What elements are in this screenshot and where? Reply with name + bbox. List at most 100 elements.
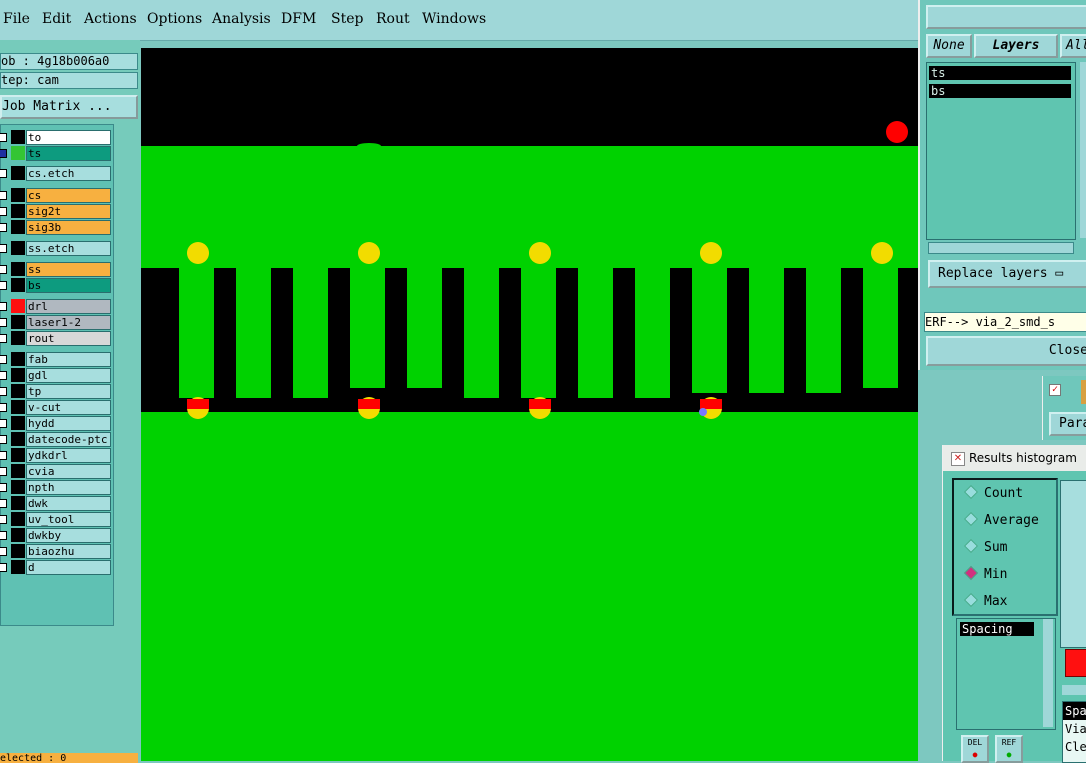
layer-name[interactable]: dwkby — [26, 528, 111, 543]
layer-color-swatch[interactable] — [11, 400, 25, 414]
layer-color-swatch[interactable] — [11, 130, 25, 144]
layer-row-tp[interactable]: tp — [0, 384, 113, 399]
layer-checkbox[interactable] — [0, 435, 7, 444]
layer-row-d[interactable]: d — [0, 560, 113, 575]
layer-row-ts[interactable]: ts — [0, 146, 113, 161]
layer-color-swatch[interactable] — [11, 384, 25, 398]
replace-layers-menu[interactable]: Replace layers ▭ — [928, 260, 1086, 288]
layer-checkbox[interactable] — [0, 371, 7, 380]
layer-name[interactable]: cvia — [26, 464, 111, 479]
layer-color-swatch[interactable] — [11, 352, 25, 366]
layer-row-npth[interactable]: npth — [0, 480, 113, 495]
layer-row-cvia[interactable]: cvia — [0, 464, 113, 479]
list-scrollbar[interactable] — [1043, 619, 1053, 727]
layer-color-swatch[interactable] — [11, 544, 25, 558]
layer-name[interactable]: drl — [26, 299, 111, 314]
layer-color-swatch[interactable] — [11, 432, 25, 446]
layer-checkbox[interactable] — [0, 244, 7, 253]
layer-row-drl[interactable]: drl — [0, 299, 113, 314]
layer-checkbox[interactable] — [0, 515, 7, 524]
layer-color-swatch[interactable] — [11, 299, 25, 313]
close-button[interactable]: Close — [926, 336, 1086, 366]
menu-options[interactable]: Options — [147, 11, 202, 27]
layer-color-swatch[interactable] — [11, 241, 25, 255]
radio-sum[interactable]: Sum — [963, 538, 1007, 555]
layer-row-dwk[interactable]: dwk — [0, 496, 113, 511]
layer-color-swatch[interactable] — [11, 560, 25, 574]
layer-checkbox[interactable] — [0, 223, 7, 232]
layer-row-dwkby[interactable]: dwkby — [0, 528, 113, 543]
layer-name[interactable]: hydd — [26, 416, 111, 431]
layer-name[interactable]: ss — [26, 262, 111, 277]
layer-name[interactable]: v-cut — [26, 400, 111, 415]
layer-checkbox[interactable] — [0, 451, 7, 460]
layer-color-swatch[interactable] — [11, 331, 25, 345]
layer-name[interactable]: to — [26, 130, 111, 145]
tab-all[interactable]: All — [1060, 34, 1086, 58]
menu-analysis[interactable]: Analysis — [212, 11, 271, 27]
tab-layers[interactable]: Layers — [974, 34, 1058, 58]
radio-max[interactable]: Max — [963, 592, 1007, 609]
layer-checkbox[interactable] — [0, 531, 7, 540]
layer-row-rout[interactable]: rout — [0, 331, 113, 346]
layer-row-datecode-ptc[interactable]: datecode-ptc — [0, 432, 113, 447]
layer-color-swatch[interactable] — [11, 416, 25, 430]
radio-average[interactable]: Average — [963, 511, 1039, 528]
layer-row-to[interactable]: to — [0, 130, 113, 145]
menu-step[interactable]: Step — [331, 11, 363, 27]
menu-edit[interactable]: Edit — [42, 11, 71, 27]
layer-name[interactable]: bs — [26, 278, 111, 293]
layer-checkbox[interactable] — [0, 355, 7, 364]
layer-name[interactable]: ts — [26, 146, 111, 161]
tab-none[interactable]: None — [926, 34, 972, 58]
layer-name[interactable]: rout — [26, 331, 111, 346]
layer-checkbox[interactable] — [0, 547, 7, 556]
layer-row-biaozhu[interactable]: biaozhu — [0, 544, 113, 559]
layer-color-swatch[interactable] — [11, 220, 25, 234]
layer-checkbox[interactable] — [0, 302, 7, 311]
layer-row-sig2t[interactable]: sig2t — [0, 204, 113, 219]
layer-name[interactable]: cs — [26, 188, 111, 203]
layer-checkbox[interactable] — [0, 133, 7, 142]
layer-name[interactable]: uv_tool — [26, 512, 111, 527]
menu-dfm[interactable]: DFM — [281, 11, 316, 27]
layer-name[interactable]: npth — [26, 480, 111, 495]
del-button[interactable]: DEL ● — [961, 735, 989, 763]
layer-color-swatch[interactable] — [11, 166, 25, 180]
layer-name[interactable]: datecode-ptc — [26, 432, 111, 447]
layer-name[interactable]: biaozhu — [26, 544, 111, 559]
layer-checkbox[interactable] — [0, 419, 7, 428]
layer-row-hydd[interactable]: hydd — [0, 416, 113, 431]
layer-row-uv_tool[interactable]: uv_tool — [0, 512, 113, 527]
layer-row-laser1-2[interactable]: laser1-2 — [0, 315, 113, 330]
layer-row-v-cut[interactable]: v-cut — [0, 400, 113, 415]
layer-checkbox[interactable] — [0, 149, 7, 158]
layer-row-fab[interactable]: fab — [0, 352, 113, 367]
menu-windows[interactable]: Windows — [422, 11, 486, 27]
layer-checkbox[interactable] — [0, 387, 7, 396]
layer-row-ss.etch[interactable]: ss.etch — [0, 241, 113, 256]
layer-row-bs[interactable]: bs — [0, 278, 113, 293]
menu-file[interactable]: File — [3, 11, 30, 27]
layer-checkbox[interactable] — [0, 467, 7, 476]
layer-color-swatch[interactable] — [11, 146, 25, 160]
layer-row-cs.etch[interactable]: cs.etch — [0, 166, 113, 181]
layer-checkbox[interactable] — [0, 281, 7, 290]
layer-checkbox[interactable] — [0, 169, 7, 178]
layer-row-gdl[interactable]: gdl — [0, 368, 113, 383]
layer-row-ydkdrl[interactable]: ydkdrl — [0, 448, 113, 463]
layer-checkbox[interactable] — [0, 191, 7, 200]
layer-name[interactable]: ydkdrl — [26, 448, 111, 463]
list-item[interactable]: ts — [929, 66, 1071, 80]
radio-min[interactable]: Min — [963, 565, 1007, 582]
layer-color-swatch[interactable] — [11, 278, 25, 292]
layer-name[interactable]: cs.etch — [26, 166, 111, 181]
list-item[interactable]: Spacing — [960, 622, 1034, 636]
layer-checkbox[interactable] — [0, 265, 7, 274]
vertical-scrollbar[interactable] — [1080, 62, 1086, 238]
layer-color-swatch[interactable] — [11, 262, 25, 276]
layer-name[interactable]: laser1-2 — [26, 315, 111, 330]
layer-color-swatch[interactable] — [11, 512, 25, 526]
layer-color-swatch[interactable] — [11, 448, 25, 462]
job-matrix-button[interactable]: Job Matrix ... — [0, 95, 138, 119]
